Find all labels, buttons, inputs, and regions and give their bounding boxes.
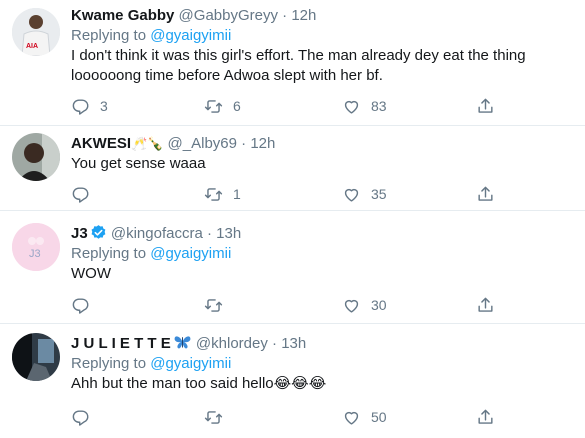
- avatar-text: J3: [29, 248, 41, 260]
- tweet-4[interactable]: J U L I E T T E @khlordey · 13h Replying…: [0, 323, 585, 438]
- tweet-text-line: loooooong time before Adwoa slept with h…: [71, 67, 383, 84]
- tweet-1[interactable]: AIA Kwame Gabby @GabbyGreyy · 12h Replyi…: [0, 0, 585, 126]
- share-button[interactable]: [476, 407, 495, 427]
- retweet-button[interactable]: 1: [204, 184, 241, 204]
- like-button[interactable]: 50: [342, 407, 387, 427]
- butterfly-emoji-icon: [174, 336, 191, 349]
- like-count: 83: [371, 98, 387, 114]
- timestamp[interactable]: 12h: [250, 135, 275, 152]
- mention-link[interactable]: @gyaigyimii: [150, 245, 231, 262]
- share-icon: [478, 409, 493, 424]
- like-count: 30: [371, 297, 387, 313]
- tweet-text: Ahh but the man too said hello😂😂😂: [71, 375, 327, 392]
- mention-link[interactable]: @gyaigyimii: [150, 355, 231, 372]
- tweet-header: J3 @kingofaccra · 13h: [71, 225, 242, 242]
- retweet-button[interactable]: [204, 295, 233, 315]
- timestamp[interactable]: 12h: [291, 7, 316, 24]
- tweet-header: AKWESI🥂🍾 @_Alby69 · 12h: [71, 135, 276, 152]
- reply-icon: [72, 297, 89, 314]
- replying-to: Replying to @gyaigyimii: [71, 245, 232, 262]
- verified-badge-icon: [91, 225, 106, 239]
- avatar-photo-icon: AIA: [12, 8, 60, 56]
- tweet-text: I don't think it was this girl's effort.…: [71, 46, 573, 86]
- tweet-header: Kwame Gabby @GabbyGreyy · 12h: [71, 7, 317, 24]
- display-name[interactable]: AKWESI: [71, 135, 131, 152]
- avatar-photo-icon: [12, 133, 60, 181]
- tweet-text: You get sense waaa: [71, 155, 206, 172]
- handle[interactable]: @khlordey: [196, 335, 268, 352]
- timestamp[interactable]: 13h: [216, 225, 241, 242]
- retweet-button[interactable]: 6: [204, 96, 241, 116]
- retweet-icon: [204, 187, 223, 201]
- display-name[interactable]: Kwame Gabby: [71, 7, 174, 24]
- like-icon: [344, 100, 359, 114]
- share-icon: [478, 297, 493, 312]
- tweet-header: J U L I E T T E @khlordey · 13h: [71, 335, 307, 352]
- tweet-3[interactable]: J3 J3 @kingofaccra · 13h Replying to @gy…: [0, 210, 585, 324]
- display-name[interactable]: J U L I E T T E: [71, 335, 171, 352]
- like-icon: [344, 411, 359, 425]
- retweet-count: 6: [233, 98, 241, 114]
- tweet-text-line: I don't think it was this girl's effort.…: [71, 47, 526, 64]
- tweet-text-emoji: 😂😂😂: [273, 375, 327, 392]
- like-count: 35: [371, 186, 387, 202]
- mention-link[interactable]: @gyaigyimii: [150, 27, 231, 44]
- reply-icon: [72, 98, 89, 115]
- avatar[interactable]: [12, 133, 60, 181]
- reply-button[interactable]: [71, 295, 100, 315]
- avatar-photo-icon: [12, 333, 60, 381]
- share-button[interactable]: [476, 96, 495, 116]
- retweet-button[interactable]: [204, 407, 233, 427]
- avatar[interactable]: [12, 333, 60, 381]
- tweet-2[interactable]: AKWESI🥂🍾 @_Alby69 · 12h You get sense wa…: [0, 125, 585, 211]
- like-button[interactable]: 83: [342, 96, 387, 116]
- handle[interactable]: @kingofaccra: [111, 225, 203, 242]
- timestamp[interactable]: 13h: [281, 335, 306, 352]
- reply-icon: [72, 409, 89, 426]
- display-name[interactable]: J3: [71, 225, 88, 242]
- like-count: 50: [371, 409, 387, 425]
- retweet-count: 1: [233, 186, 241, 202]
- handle[interactable]: @GabbyGreyy: [179, 7, 278, 24]
- reply-count: 3: [100, 98, 108, 114]
- reply-button[interactable]: [71, 184, 100, 204]
- retweet-icon: [204, 410, 223, 424]
- replying-to: Replying to @gyaigyimii: [71, 355, 232, 372]
- like-button[interactable]: 35: [342, 184, 387, 204]
- reply-button[interactable]: [71, 407, 100, 427]
- reply-icon: [72, 186, 89, 203]
- tweet-actions: 1 35: [71, 184, 501, 204]
- tweet-actions: 50: [71, 407, 501, 427]
- retweet-icon: [204, 99, 223, 113]
- reply-button[interactable]: 3: [71, 96, 108, 116]
- share-button[interactable]: [476, 184, 495, 204]
- avatar[interactable]: J3: [12, 223, 60, 271]
- handle[interactable]: @_Alby69: [168, 135, 237, 152]
- retweet-icon: [204, 298, 223, 312]
- svg-text:AIA: AIA: [26, 43, 38, 50]
- replying-to: Replying to @gyaigyimii: [71, 27, 232, 44]
- avatar-logo-icon: J3: [12, 223, 60, 271]
- name-emoji: 🥂🍾: [131, 136, 164, 151]
- like-button[interactable]: 30: [342, 295, 387, 315]
- like-icon: [344, 299, 359, 313]
- avatar[interactable]: AIA: [12, 8, 60, 56]
- like-icon: [344, 188, 359, 202]
- tweet-text: WOW: [71, 265, 111, 282]
- tweet-actions: 3 6 83: [71, 96, 501, 116]
- share-icon: [478, 98, 493, 113]
- tweet-actions: 30: [71, 295, 501, 315]
- share-icon: [478, 186, 493, 201]
- share-button[interactable]: [476, 295, 495, 315]
